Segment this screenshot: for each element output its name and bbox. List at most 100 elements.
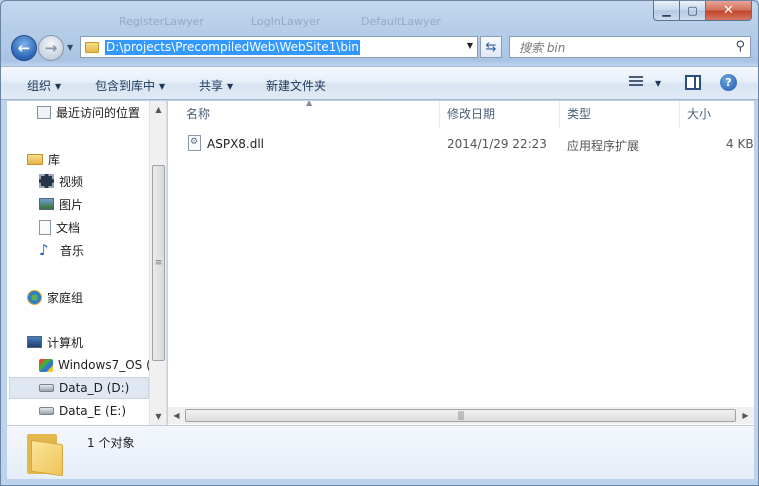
include-in-library-label: 包含到库中 [95,79,156,93]
command-bar: 组织 ▼ 包含到库中 ▼ 共享 ▼ 新建文件夹 ▼ ? [1,66,758,100]
sidebar-item-libraries[interactable]: 库 [27,148,149,170]
scroll-right-button[interactable]: ▶ [737,407,754,424]
scrollbar-thumb[interactable]: ≡ [152,165,165,361]
column-header-modified[interactable]: 修改日期 [440,101,560,127]
column-header-type[interactable]: 类型 [560,101,680,127]
share-menu[interactable]: 共享 ▼ [199,77,233,94]
navigation-scrollbar[interactable]: ▲ ≡ ▼ [149,101,166,425]
sidebar-item-label: Data_D (D:) [59,381,130,395]
change-view-icon[interactable] [629,76,643,90]
sidebar-item-label: 视频 [59,174,84,189]
new-folder-button[interactable]: 新建文件夹 [266,77,326,94]
file-type: 应用程序扩展 [567,139,640,153]
dll-file-icon [188,135,201,151]
sidebar-item-documents[interactable]: 文档 [39,216,149,238]
column-header-size[interactable]: 大小 [680,101,754,127]
background-ghost-text: DefaultLawyer [361,15,441,28]
sidebar-item-label: 库 [48,152,61,167]
explorer-window: RegisterLawyer LogInLawyer DefaultLawyer… [0,0,759,486]
back-button[interactable]: ← [11,35,37,61]
arrow-right-icon: → [44,39,58,57]
preview-pane-icon[interactable] [685,75,701,90]
organize-label: 组织 [27,79,52,93]
file-name: ASPX8.dll [207,137,265,151]
view-dropdown[interactable]: ▼ [655,79,661,88]
pictures-icon [39,198,54,210]
scrollbar-thumb[interactable]: ||| [185,409,736,422]
drive-icon [39,384,54,392]
organize-menu[interactable]: 组织 ▼ [27,77,61,94]
sidebar-item-label: 家庭组 [47,290,84,305]
forward-button[interactable]: → [38,35,64,61]
search-box[interactable]: 搜索 bin ⚲ [509,36,751,58]
documents-icon [39,219,51,235]
sidebar-item-label: 文档 [56,220,81,235]
navigation-pane: 最近访问的位置 库 视频 图片 文档 ♪ 音乐 家庭组 计算机 Windows7… [7,101,167,425]
sidebar-item-label: 最近访问的位置 [56,105,141,120]
refresh-button[interactable]: ⇆ [480,36,502,58]
address-bar[interactable]: D:\projects\PrecompiledWeb\WebSite1\bin … [80,36,478,58]
column-header-name[interactable]: 名称 [179,101,440,127]
sidebar-item-label: Windows7_OS ( [58,358,149,372]
videos-icon [39,174,54,188]
maximize-icon: ▢ [687,4,698,17]
scroll-left-button[interactable]: ◀ [168,407,185,424]
close-button[interactable]: ✕ [706,1,752,21]
chevron-down-icon: ▼ [227,82,234,91]
title-bar[interactable]: RegisterLawyer LogInLawyer DefaultLawyer… [1,1,758,31]
horizontal-scrollbar[interactable]: ◀ ||| ▶ [168,407,754,424]
chevron-right-icon: ▶ [742,411,749,420]
music-icon: ♪ [39,241,49,259]
sidebar-item-pictures[interactable]: 图片 [39,193,149,215]
scroll-up-button[interactable]: ▲ [150,101,167,118]
computer-icon [27,336,42,348]
item-count: 1 个对象 [87,436,135,450]
share-label: 共享 [199,79,224,93]
search-input[interactable]: 搜索 bin [519,39,565,56]
folder-icon [85,41,99,53]
background-ghost-text: LogInLawyer [251,15,321,28]
sidebar-item-recent[interactable]: 最近访问的位置 [37,101,149,123]
search-icon[interactable]: ⚲ [735,39,745,54]
arrow-left-icon: ← [17,39,31,57]
sidebar-item-homegroup[interactable]: 家庭组 [27,286,149,308]
address-input[interactable]: D:\projects\PrecompiledWeb\WebSite1\bin [105,39,360,55]
sidebar-item-label: 音乐 [60,243,85,258]
file-row[interactable]: ASPX8.dll 2014/1/29 22:23 应用程序扩展 4 KB [186,134,754,154]
file-modified: 2014/1/29 22:23 [447,137,547,151]
sidebar-item-label: Data_E (E:) [59,404,127,418]
refresh-icon: ⇆ [485,39,497,55]
libraries-icon [27,153,43,165]
sidebar-item-os-drive[interactable]: Windows7_OS ( [39,354,149,376]
chevron-left-icon: ◀ [173,411,180,420]
file-size: 4 KB [726,137,754,151]
chevron-down-icon[interactable]: ▼ [467,41,473,50]
chevron-down-icon: ▼ [155,412,162,421]
file-list-pane: ▲ 名称 修改日期 类型 大小 ASPX8.dll 2014/1/29 22:2… [168,101,754,425]
folder-icon [27,432,65,477]
sidebar-item-computer[interactable]: 计算机 [27,331,149,353]
recent-places-icon [37,105,51,119]
help-icon[interactable]: ? [720,74,737,91]
minimize-button[interactable]: ▁ [653,1,680,21]
sidebar-item-drive-d[interactable]: Data_D (D:) [9,377,149,399]
sidebar-item-label: 计算机 [47,335,84,350]
sidebar-item-drive-e[interactable]: Data_E (E:) [39,400,149,422]
drive-icon [39,407,54,415]
details-pane: 1 个对象 [7,425,754,479]
maximize-button[interactable]: ▢ [680,1,706,21]
os-drive-icon [39,358,53,372]
chevron-up-icon: ▲ [155,105,162,114]
sidebar-item-label: 图片 [59,197,84,212]
recent-pages-dropdown[interactable]: ▼ [67,43,73,52]
minimize-icon: ▁ [662,4,671,17]
homegroup-icon [27,289,42,305]
sidebar-item-videos[interactable]: 视频 [39,170,149,192]
column-headers: ▲ 名称 修改日期 类型 大小 [168,101,754,127]
include-in-library-menu[interactable]: 包含到库中 ▼ [95,77,165,94]
sidebar-item-music[interactable]: ♪ 音乐 [39,239,149,261]
background-ghost-text: RegisterLawyer [119,15,204,28]
scroll-down-button[interactable]: ▼ [150,408,167,425]
close-icon: ✕ [723,3,734,18]
navigation-bar: ← → ▼ D:\projects\PrecompiledWeb\WebSite… [1,31,758,65]
